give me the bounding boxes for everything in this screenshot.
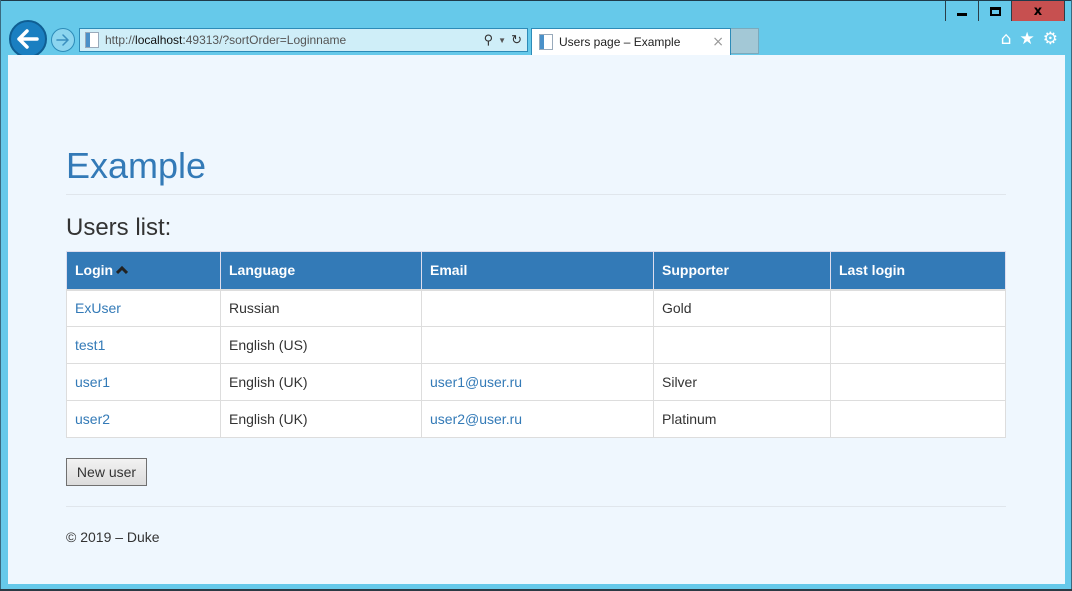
tab-title: Users page – Example xyxy=(559,35,681,49)
cell-login: user2 xyxy=(66,400,221,438)
table-row: user2 English (UK) user2@user.ru Platinu… xyxy=(66,400,1006,438)
cell-login: test1 xyxy=(66,326,221,364)
dropdown-icon[interactable]: ▼ xyxy=(498,36,506,45)
window-frame-left xyxy=(0,0,1,591)
url-host: localhost xyxy=(135,33,183,47)
address-bar[interactable]: http://localhost:49313/?sortOrder=Loginn… xyxy=(79,28,528,52)
close-icon: x xyxy=(1033,3,1043,19)
table-row: ExUser Russian Gold xyxy=(66,289,1006,327)
cell-last-login xyxy=(830,289,1006,327)
footer-copyright: © 2019 – Duke xyxy=(66,529,160,545)
user-login-link[interactable]: user1 xyxy=(75,374,110,390)
minimize-button[interactable] xyxy=(946,1,979,21)
url-path: :49313/?sortOrder=Loginname xyxy=(182,33,347,47)
email-link[interactable]: user1@user.ru xyxy=(430,374,522,390)
new-user-button[interactable]: New user xyxy=(66,458,147,486)
tab-close-icon[interactable]: × xyxy=(712,34,724,50)
section-title: Users list: xyxy=(66,214,172,241)
site-title[interactable]: Example xyxy=(66,145,206,187)
cell-language: English (US) xyxy=(220,326,422,364)
back-button[interactable] xyxy=(9,20,47,58)
column-header-language: Language xyxy=(220,251,422,291)
tab-users-page[interactable]: Users page – Example × xyxy=(531,28,731,55)
column-header-last-login: Last login xyxy=(830,251,1006,291)
maximize-icon xyxy=(989,6,1001,16)
table-row: user1 English (UK) user1@user.ru Silver xyxy=(66,363,1006,401)
email-link[interactable]: user2@user.ru xyxy=(430,411,522,427)
users-table: Login Language Email Supporter Last logi… xyxy=(66,251,1006,438)
url-text[interactable]: http://localhost:49313/?sortOrder=Loginn… xyxy=(105,33,484,47)
user-login-link[interactable]: test1 xyxy=(75,337,105,353)
cell-supporter: Platinum xyxy=(653,400,831,438)
user-login-link[interactable]: ExUser xyxy=(75,300,121,316)
cell-language: English (UK) xyxy=(220,363,422,401)
cell-email xyxy=(421,289,654,327)
cell-email: user2@user.ru xyxy=(421,400,654,438)
cell-supporter xyxy=(653,326,831,364)
forward-button[interactable] xyxy=(51,28,75,52)
arrow-right-icon xyxy=(56,34,69,46)
column-header-login[interactable]: Login xyxy=(66,251,221,291)
cell-login: ExUser xyxy=(66,289,221,327)
column-header-supporter: Supporter xyxy=(653,251,831,291)
cell-last-login xyxy=(830,400,1006,438)
cell-email: user1@user.ru xyxy=(421,363,654,401)
cell-supporter: Silver xyxy=(653,363,831,401)
cell-email xyxy=(421,326,654,364)
maximize-button[interactable] xyxy=(979,1,1012,21)
refresh-icon[interactable]: ↻ xyxy=(511,32,522,48)
window-controls: x xyxy=(945,1,1065,21)
column-header-email: Email xyxy=(421,251,654,291)
new-tab-button[interactable] xyxy=(731,28,759,54)
column-label: Login xyxy=(75,262,114,279)
close-window-button[interactable]: x xyxy=(1012,1,1064,21)
browser-toolbar: ⌂ ★ ⚙ xyxy=(1001,29,1058,49)
page-viewport: Example Users list: Login Language Email… xyxy=(8,55,1065,584)
table-row: test1 English (US) xyxy=(66,326,1006,364)
page-icon xyxy=(539,34,553,50)
search-icon[interactable]: ⚲ xyxy=(484,32,494,48)
sort-ascending-icon xyxy=(116,265,129,275)
page-icon xyxy=(85,32,99,48)
cell-language: Russian xyxy=(220,289,422,327)
user-login-link[interactable]: user2 xyxy=(75,411,110,427)
divider xyxy=(66,194,1006,195)
cell-login: user1 xyxy=(66,363,221,401)
cell-supporter: Gold xyxy=(653,289,831,327)
cell-language: English (UK) xyxy=(220,400,422,438)
window-frame-top xyxy=(0,0,1072,1)
home-icon[interactable]: ⌂ xyxy=(1001,29,1012,49)
table-header-row: Login Language Email Supporter Last logi… xyxy=(66,251,1006,291)
settings-icon[interactable]: ⚙ xyxy=(1043,29,1058,49)
cell-last-login xyxy=(830,326,1006,364)
minimize-icon xyxy=(957,12,967,16)
favorites-icon[interactable]: ★ xyxy=(1020,29,1035,49)
cell-last-login xyxy=(830,363,1006,401)
url-scheme: http:// xyxy=(105,33,136,47)
divider xyxy=(66,506,1006,507)
arrow-left-icon xyxy=(17,29,39,49)
